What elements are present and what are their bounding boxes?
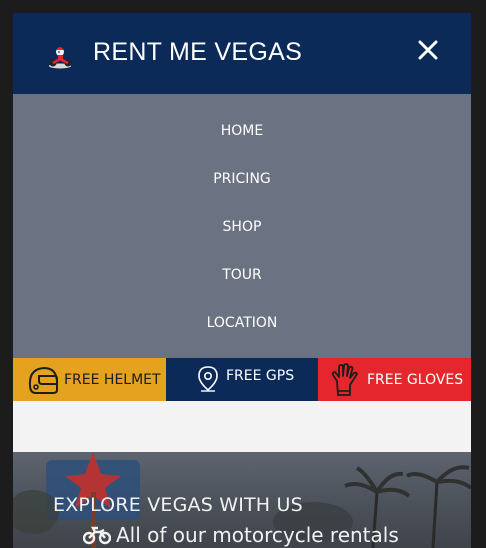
feature-label-gloves: FREE GLOVES	[367, 371, 464, 388]
mobile-page: RENT ME VEGAS HOME PRICING SHOP TOUR LOC…	[13, 13, 471, 548]
close-icon[interactable]	[415, 37, 441, 63]
feature-label-helmet: FREE HELMET	[64, 371, 161, 388]
features-bar: FREE HELMET FREE GPS FREE GLOVES	[13, 358, 471, 401]
hero-subtitle: All of our motorcycle rentals	[83, 523, 399, 547]
nav-menu: HOME PRICING SHOP TOUR LOCATION	[13, 94, 471, 358]
menu-item-pricing[interactable]: PRICING	[13, 167, 471, 191]
menu-item-shop[interactable]: SHOP	[13, 215, 471, 239]
hero-banner: EXPLORE VEGAS WITH US All of our motorcy…	[13, 452, 471, 548]
feature-free-gloves: FREE GLOVES	[318, 358, 471, 401]
helmet-icon	[28, 366, 58, 394]
motorcycle-icon	[83, 526, 111, 545]
feature-label-gps: FREE GPS	[226, 367, 295, 384]
brand-name[interactable]: RENT ME VEGAS	[93, 37, 302, 67]
feature-free-helmet: FREE HELMET	[13, 358, 166, 401]
glove-icon	[331, 362, 358, 396]
hero-title: EXPLORE VEGAS WITH US	[53, 494, 303, 516]
menu-item-tour[interactable]: TOUR	[13, 263, 471, 287]
map-pin-icon	[198, 365, 218, 392]
hero-subtitle-text: All of our motorcycle rentals	[116, 523, 399, 547]
feature-free-gps: FREE GPS	[166, 358, 318, 401]
rider-mascot-icon[interactable]	[46, 43, 74, 69]
menu-item-location[interactable]: LOCATION	[13, 311, 471, 335]
menu-item-home[interactable]: HOME	[13, 119, 471, 143]
site-header: RENT ME VEGAS	[13, 13, 471, 94]
